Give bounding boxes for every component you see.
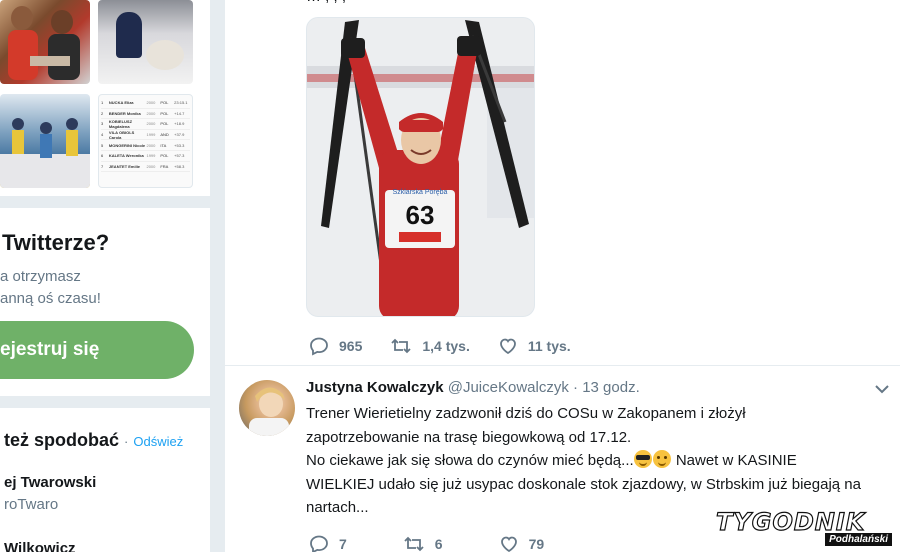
result-row: 4 VILA OBIOLS Carola 1999 AND +37.9 xyxy=(101,130,190,141)
avatar-photo xyxy=(249,387,289,436)
people-photo xyxy=(8,6,80,80)
reply-action[interactable]: 7 xyxy=(309,534,347,552)
tweet-header: Justyna Kowalczyk @JuiceKowalczyk · 13 g… xyxy=(306,379,640,396)
wink-emoji-icon xyxy=(652,450,671,468)
watermark-main: TYGODNIK xyxy=(715,507,866,536)
heart-icon xyxy=(499,338,516,355)
author-handle[interactable]: @JuiceKowalczyk xyxy=(448,379,569,396)
tweet[interactable]: … , , , 63 Szkl xyxy=(225,0,900,366)
retweet-icon xyxy=(404,536,424,552)
retweet-count: 6 xyxy=(434,536,443,552)
child-figure xyxy=(116,12,142,58)
tweet-line-part: Nawet w KASINIE xyxy=(671,452,797,469)
sunglasses-emoji-icon xyxy=(633,450,652,468)
suggested-user-name[interactable]: Wilkowicz xyxy=(4,540,76,552)
reply-action[interactable]: 965 xyxy=(309,336,362,356)
tweet-text: Trener Wierietielny zadzwonił dziś do CO… xyxy=(306,402,896,520)
suggested-user-handle[interactable]: roTwaro xyxy=(4,496,58,513)
like-action[interactable]: 79 xyxy=(499,534,545,552)
who-to-follow-card: też spodobać · Odśwież ej Twarowski roTw… xyxy=(0,408,210,552)
retweet-count: 1,4 tys. xyxy=(422,338,470,354)
watermark-sub: Podhalański xyxy=(825,533,892,546)
dog-figure xyxy=(146,40,184,70)
tweet-line: zapotrzebowanie na trasę biegowkową od 1… xyxy=(306,428,632,446)
tweet-line: No ciekawe jak się słowa do czynów mieć … xyxy=(306,449,896,473)
tweet-timestamp[interactable]: 13 godz. xyxy=(582,379,640,396)
heart-icon xyxy=(500,536,517,552)
like-count: 11 tys. xyxy=(527,338,571,354)
separator-dot: · xyxy=(573,379,579,396)
result-row: 2 BENDER Monika 2000 POL +14.7 xyxy=(101,109,190,120)
result-row: 1 NUCKA Eliza 2000 POL 23:15.1 xyxy=(101,98,190,109)
author-name[interactable]: Justyna Kowalczyk xyxy=(306,379,444,396)
tweet-line: Trener Wierietielny zadzwonił dziś do CO… xyxy=(306,405,746,422)
who-to-follow-title: też spodobać · Odśwież xyxy=(4,430,183,451)
tweet-line: WIELKIEJ udało się już usypac doskonale … xyxy=(306,475,861,493)
signup-button[interactable]: ejestruj się xyxy=(0,321,194,379)
reply-icon xyxy=(310,535,328,552)
media-grid: 1 NUCKA Eliza 2000 POL 23:15.1 2 BENDER Monik… xyxy=(0,0,210,196)
reply-icon xyxy=(310,337,328,356)
signup-title: Twitterze? xyxy=(2,230,110,255)
timeline: … , , , 63 Szkl xyxy=(225,0,900,552)
media-thumbnail-people[interactable] xyxy=(0,0,90,84)
like-count: 79 xyxy=(528,536,545,552)
bib-sponsor: Szklarska Poręba xyxy=(393,189,448,196)
tweet-text-cut: … , , , xyxy=(306,0,346,5)
tweet-line-part: No ciekawe jak się słowa do czynów mieć … xyxy=(306,452,634,469)
reply-count: 965 xyxy=(339,338,363,354)
signup-line: anną oś czasu! xyxy=(0,290,101,307)
race-photo xyxy=(0,118,90,188)
chevron-down-icon[interactable] xyxy=(874,383,890,395)
tweet-actions: 7 6 79 xyxy=(309,534,572,552)
retweet-icon xyxy=(391,338,411,354)
left-sidebar: 1 NUCKA Eliza 2000 POL 23:15.1 2 BENDER Monik… xyxy=(0,0,210,552)
retweet-action[interactable]: 1,4 tys. xyxy=(390,336,470,356)
result-row: 5 MONGERINI Nicole 2000 ITA +53.3 xyxy=(101,140,190,151)
separator-dot: · xyxy=(124,434,129,449)
tygodnik-podhalanski-watermark: TYGODNIK Podhalański xyxy=(715,507,896,548)
media-thumbnail-results[interactable]: 1 NUCKA Eliza 2000 POL 23:15.1 2 BENDER Monik… xyxy=(98,94,193,188)
media-thumbnail-race[interactable] xyxy=(0,94,90,188)
media-thumbnail-dog[interactable] xyxy=(98,0,193,84)
retweet-action[interactable]: 6 xyxy=(403,534,443,552)
result-row: 7 JEANTET Emilie 2000 FRA +58.3 xyxy=(101,162,190,173)
bib-number: 63 xyxy=(406,200,435,230)
tweet-photo[interactable]: 63 Szklarska Poręba xyxy=(306,17,535,317)
reply-count: 7 xyxy=(339,536,347,552)
signup-description: a otrzymasz anną oś czasu! xyxy=(0,266,101,310)
skier-photo: 63 Szklarska Poręba xyxy=(307,18,534,316)
signup-line: a otrzymasz xyxy=(0,268,81,285)
tweet-actions: 965 1,4 tys. 11 tys. xyxy=(309,336,599,356)
result-row: 6 KALETA Weronika 1999 POL +57.3 xyxy=(101,151,190,162)
suggested-user-name[interactable]: ej Twarowski xyxy=(4,474,96,491)
refresh-link[interactable]: Odśwież xyxy=(133,434,183,449)
result-row: 3 KOBIELUSZ Magdalena 2000 POL +18.9 xyxy=(101,119,190,130)
like-action[interactable]: 11 tys. xyxy=(498,336,571,356)
avatar[interactable] xyxy=(239,380,295,436)
signup-card: Twitterze? a otrzymasz anną oś czasu! ej… xyxy=(0,208,210,396)
who-to-follow-heading: też spodobać xyxy=(4,430,120,450)
